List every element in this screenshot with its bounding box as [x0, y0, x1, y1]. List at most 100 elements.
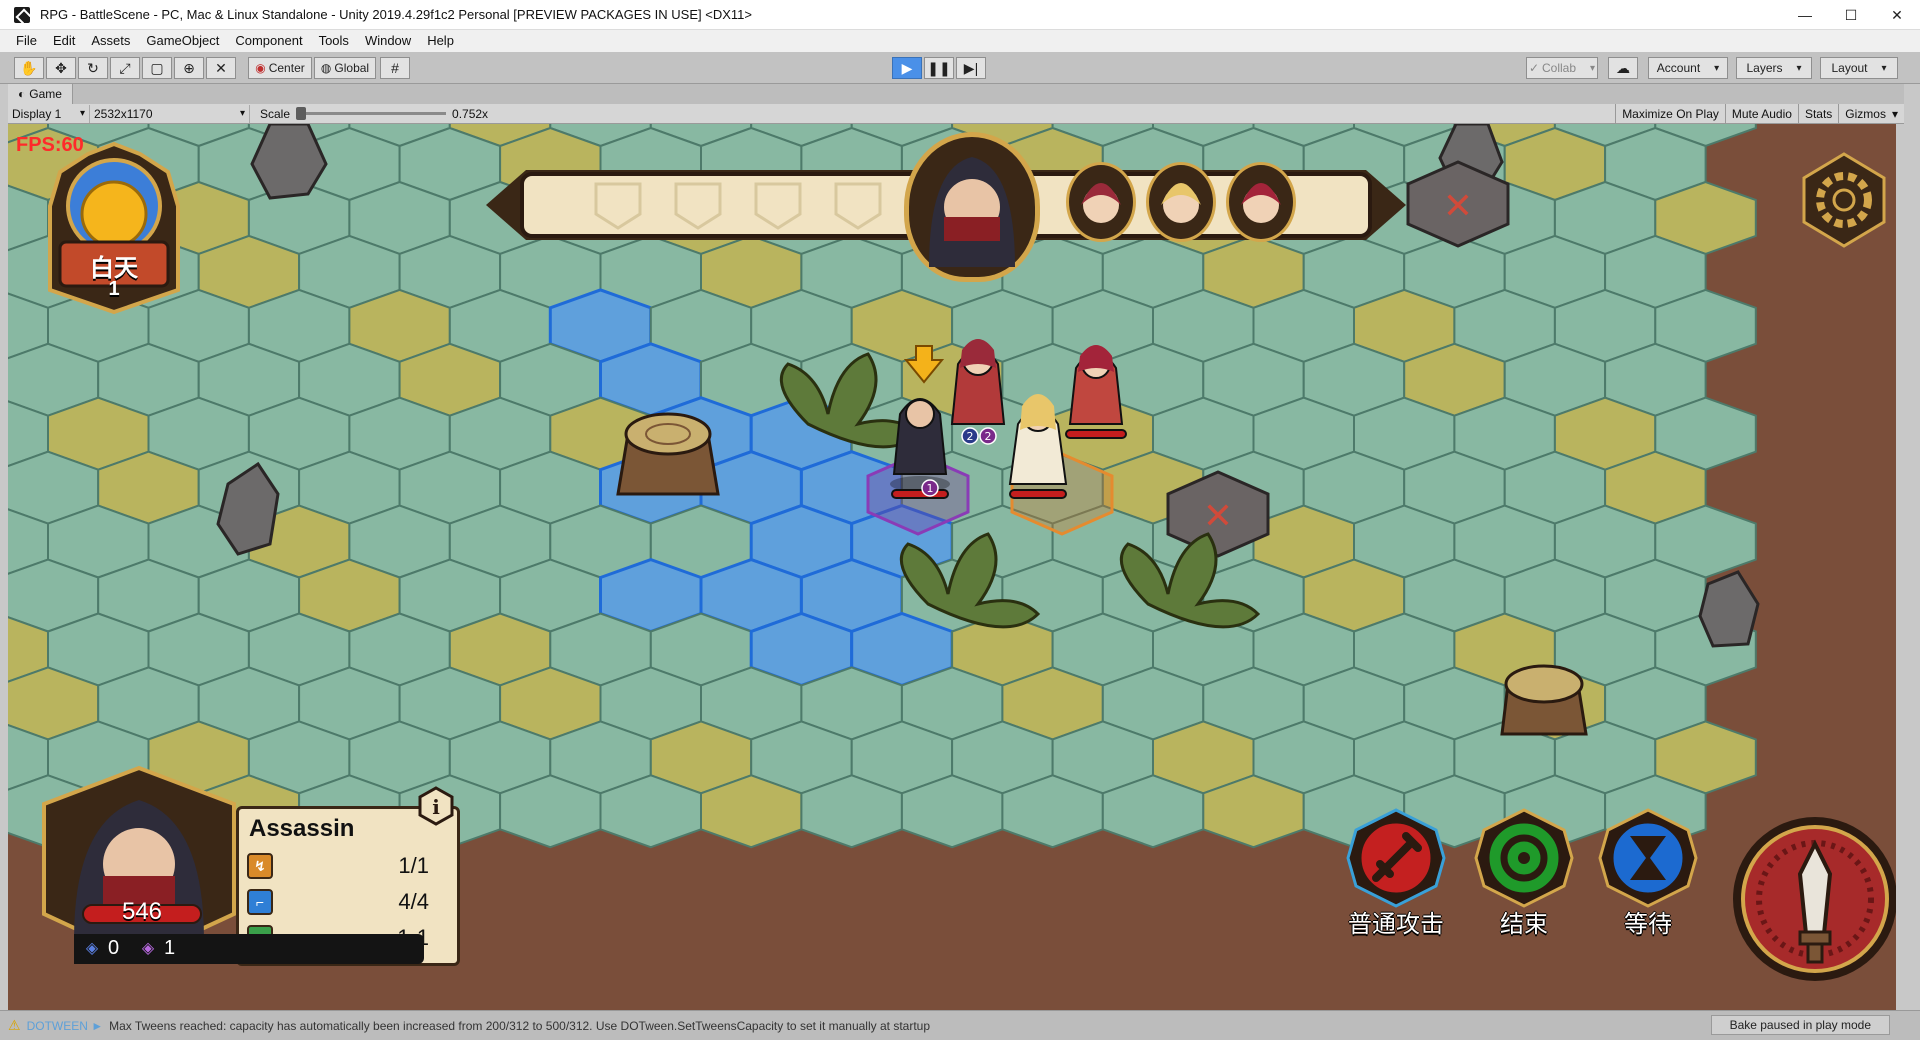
globe-icon: ◍ [320, 61, 332, 75]
transform-tool-button[interactable]: ⊕ [174, 57, 204, 79]
menu-bar: File Edit Assets GameObject Component To… [0, 30, 1920, 52]
stats-toggle[interactable]: Stats [1797, 103, 1838, 124]
rotate-tool-button[interactable]: ↻ [78, 57, 108, 79]
current-unit-portrait[interactable] [904, 132, 1040, 282]
collab-dropdown[interactable]: ✓ Collab [1526, 57, 1598, 79]
normal-attack-button[interactable]: 普通攻击 [1346, 808, 1446, 938]
menu-assets[interactable]: Assets [83, 30, 138, 52]
close-button[interactable]: ✕ [1874, 0, 1920, 30]
hand-tool-button[interactable]: ✋ [14, 57, 44, 79]
resource-value: 1 [164, 936, 176, 959]
stat-value: 4/4 [398, 889, 429, 914]
resource-blue: ◈ 0 [80, 936, 119, 960]
grid-snap-icon: # [391, 60, 399, 76]
sun-icon [80, 180, 148, 248]
resolution-select[interactable]: 2532x1170 [90, 104, 250, 123]
purple-gem-icon: ◈ [141, 940, 155, 957]
warning-icon: ⚠ [8, 1017, 21, 1033]
sword-icon [1346, 808, 1446, 908]
pivot-toggle[interactable]: ◉ Center [248, 57, 312, 79]
custom-tool-icon: ✕ [215, 59, 227, 76]
scale-tool-button[interactable]: ⤢ [110, 57, 140, 79]
move-tool-button[interactable]: ✥ [46, 57, 76, 79]
queue-portrait-priestess[interactable] [1146, 162, 1216, 242]
info-glyph: i [432, 795, 440, 819]
collab-label: Collab [1542, 61, 1577, 75]
menu-file[interactable]: File [8, 30, 45, 52]
layout-dropdown[interactable]: Layout [1820, 57, 1898, 79]
dagger-skill-icon [1733, 817, 1896, 981]
action-label: 普通攻击 [1348, 911, 1444, 938]
hand-icon: ✋ [20, 59, 38, 76]
skill-attack-button[interactable] [1730, 814, 1896, 984]
stat-row-move: ⌐ 4/4 [247, 887, 447, 917]
queue-portrait-sorceress[interactable] [1226, 162, 1296, 242]
action-label: 等待 [1624, 911, 1672, 938]
info-button[interactable]: i [416, 786, 456, 826]
pause-icon: ❚❚ [927, 59, 951, 76]
scale-icon: ⤢ [119, 59, 131, 76]
menu-gameobject[interactable]: GameObject [138, 30, 227, 52]
rect-tool-button[interactable]: ▢ [142, 57, 172, 79]
resource-value: 0 [108, 936, 120, 959]
window-title: RPG - BattleScene - PC, Mac & Linux Stan… [40, 7, 752, 22]
snap-button[interactable]: # [380, 57, 410, 79]
unit-badge-text: 1 [927, 482, 934, 495]
game-tab-bar: ◐ Game [8, 84, 1904, 104]
display-select[interactable]: Display 1 [8, 104, 90, 123]
gizmos-toggle[interactable]: Gizmos ▾ [1838, 103, 1904, 124]
transform-icon: ⊕ [183, 59, 195, 76]
chevron-down-icon: ▾ [1891, 106, 1898, 121]
rect-icon: ▢ [150, 59, 164, 76]
editor-toolbar: ✋ ✥ ↻ ⤢ ▢ ⊕ ✕ ◉ Center ◍ Global # ▶ ❚❚ ▶| … [0, 52, 1920, 84]
pivot-label: Center [268, 61, 305, 75]
scale-control: Scale 0.752x [260, 107, 488, 121]
menu-help[interactable]: Help [419, 30, 462, 52]
step-icon: ▶| [963, 59, 979, 76]
assassin-portrait-icon [929, 157, 1015, 267]
minimize-button[interactable]: — [1782, 0, 1828, 30]
turn-order-queue [486, 132, 1406, 282]
unit-name: Assassin [249, 815, 355, 842]
scale-slider-handle[interactable] [296, 107, 307, 120]
menu-edit[interactable]: Edit [45, 30, 83, 52]
end-turn-button[interactable]: 结束 [1474, 808, 1574, 938]
display-value: Display 1 [12, 106, 62, 121]
scale-label: Scale [260, 106, 291, 121]
settings-button[interactable] [1796, 152, 1892, 248]
menu-tools[interactable]: Tools [311, 30, 357, 52]
stat-value: 1/1 [398, 853, 429, 878]
maximize-on-play-toggle[interactable]: Maximize On Play [1615, 103, 1725, 124]
mute-audio-toggle[interactable]: Mute Audio [1724, 103, 1798, 124]
game-tab[interactable]: ◐ Game [8, 84, 73, 104]
scale-value: 0.752x [452, 106, 489, 121]
status-message: Max Tweens reached: capacity has automat… [109, 1018, 931, 1033]
game-view-controls: Display 1 2532x1170 Scale 0.752x Maximiz… [8, 103, 1904, 124]
cloud-button[interactable]: ☁ [1608, 57, 1638, 79]
wait-button[interactable]: 等待 [1598, 808, 1698, 938]
editor-status-bar[interactable]: ⚠ DOTWEEN ► Max Tweens reached: capacity… [0, 1010, 1920, 1040]
queue-portrait-red-mage[interactable] [1066, 162, 1136, 242]
sorceress-portrait-icon [1241, 183, 1281, 223]
priestess-portrait-icon [1161, 183, 1201, 223]
pause-button[interactable]: ❚❚ [924, 57, 954, 79]
status-tag: DOTWEEN ► [26, 1018, 104, 1033]
step-button[interactable]: ▶| [956, 57, 986, 79]
layers-dropdown[interactable]: Layers [1736, 57, 1812, 79]
unity-logo-icon [14, 6, 30, 23]
space-toggle[interactable]: ◍ Global [314, 57, 376, 79]
account-dropdown[interactable]: Account [1648, 57, 1728, 79]
tree-stump [1500, 664, 1588, 736]
maximize-button[interactable]: ☐ [1828, 0, 1874, 30]
console-warning[interactable]: ⚠ DOTWEEN ► Max Tweens reached: capacity… [8, 1017, 930, 1034]
menu-component[interactable]: Component [227, 30, 310, 52]
game-viewport[interactable]: ✕ ✕ 2 2 1 FPS:60 白天 1 Assassin ↯ 1/1 ⌐ 4… [8, 124, 1896, 1010]
resource-bar [74, 934, 424, 964]
day-number: 1 [108, 278, 120, 300]
window-titlebar: RPG - BattleScene - PC, Mac & Linux Stan… [0, 0, 1920, 30]
custom-tool-button[interactable]: ✕ [206, 57, 236, 79]
play-button[interactable]: ▶ [892, 57, 922, 79]
scale-slider[interactable] [296, 107, 447, 120]
menu-window[interactable]: Window [357, 30, 419, 52]
layout-label: Layout [1831, 61, 1868, 75]
